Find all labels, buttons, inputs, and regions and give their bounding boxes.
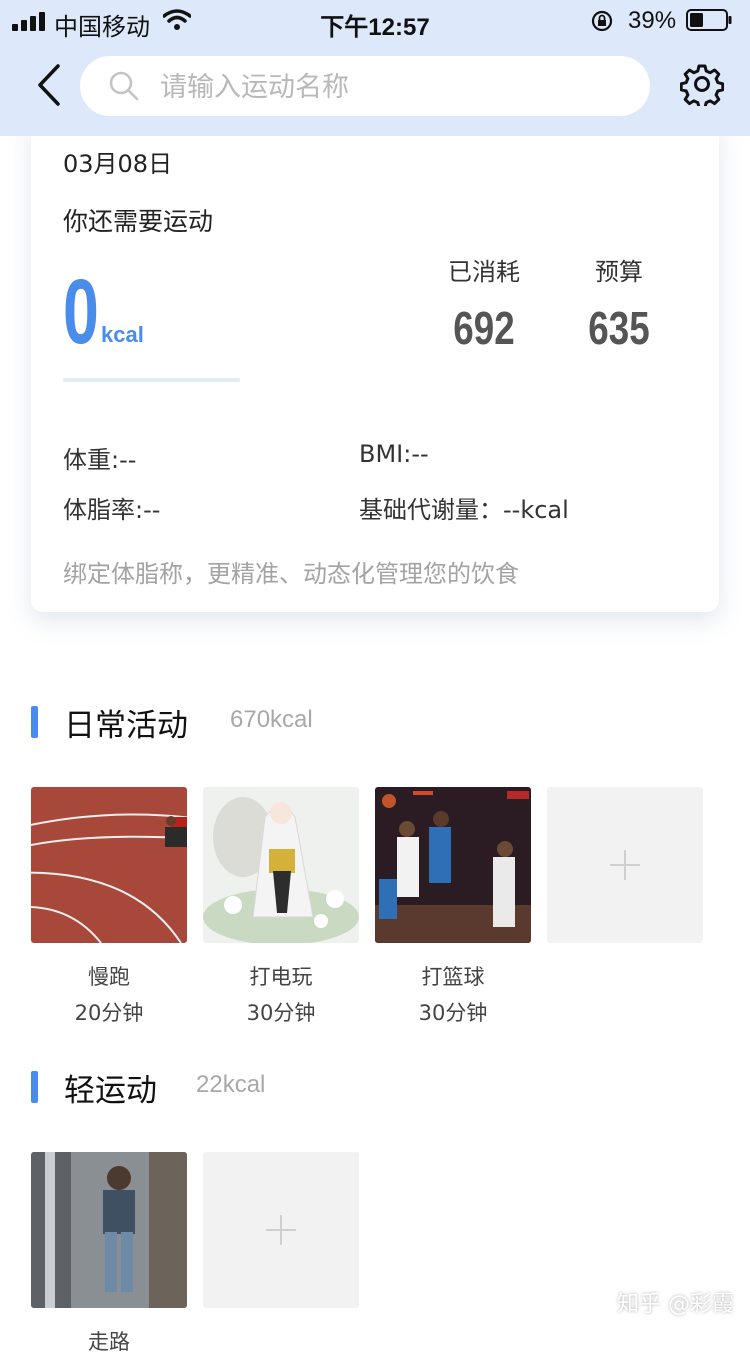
activity-name: 走路 (88, 1330, 130, 1354)
need-exercise-label: 你还需要运动 (63, 207, 214, 236)
status-bar: 中国移动 下午12:57 39% (0, 0, 750, 42)
search-bar[interactable] (80, 56, 650, 116)
bind-scale-hint[interactable]: 绑定体脂称，更精准、动态化管理您的饮食 (63, 554, 519, 589)
body-fat-metric: 体脂率:-- (63, 496, 161, 524)
add-activity-button[interactable] (547, 787, 703, 943)
gear-icon[interactable] (680, 62, 724, 106)
section-title: 日常活动 (64, 708, 188, 744)
rotation-lock-icon (591, 10, 613, 32)
back-arrow-icon[interactable] (30, 62, 66, 108)
battery-percent: 39% (628, 7, 677, 34)
watermark: 知乎 @彩霞 (617, 1292, 734, 1317)
budget-stat: 预算 635 (559, 252, 679, 355)
activity-name: 打电玩 (249, 965, 313, 989)
budget-label: 预算 (595, 258, 643, 286)
search-icon (109, 71, 139, 101)
weight-metric: 体重:-- (63, 446, 137, 474)
section-kcal: 670kcal (230, 706, 313, 733)
activity-name: 慢跑 (88, 965, 130, 989)
budget-value: 635 (588, 302, 650, 354)
plus-icon (203, 1152, 359, 1308)
activity-tile-gaming[interactable]: 打电玩 30分钟 (203, 787, 359, 1027)
consumed-stat: 已消耗 692 (424, 252, 544, 355)
section-title: 轻运动 (64, 1073, 157, 1109)
date-label: 03月08日 (63, 150, 173, 178)
section-accent-bar (31, 706, 38, 738)
bmi-metric: BMI:-- (359, 440, 429, 468)
basketball-game-photo (375, 787, 531, 943)
add-light-exercise-button[interactable] (203, 1152, 359, 1308)
progress-bar (63, 378, 240, 382)
nav-bar (0, 52, 750, 122)
section-kcal: 22kcal (196, 1071, 266, 1098)
consumed-label: 已消耗 (448, 258, 520, 286)
running-track-photo (31, 787, 187, 943)
remaining-value: 0 (63, 261, 99, 363)
activity-duration: 30分钟 (418, 1001, 488, 1025)
person-walking-photo (31, 1152, 187, 1308)
search-input[interactable] (158, 66, 632, 108)
plus-icon (547, 787, 703, 943)
consumed-value: 692 (453, 302, 515, 354)
remaining-unit: kcal (101, 322, 144, 347)
summary-card: 03月08日 你还需要运动 0 kcal 已消耗 692 预算 635 体重:-… (31, 120, 719, 612)
anime-character-illustration (203, 787, 359, 943)
activity-duration: 20分钟 (74, 1001, 144, 1025)
battery-icon (686, 9, 732, 31)
bmr-metric: 基础代谢量：--kcal (359, 496, 569, 524)
section-accent-bar (31, 1071, 38, 1103)
activity-tile-jogging[interactable]: 慢跑 20分钟 (31, 787, 187, 1027)
activity-tile-basketball[interactable]: 打篮球 30分钟 (375, 787, 531, 1027)
activity-duration: 30分钟 (246, 1001, 316, 1025)
activity-name: 打篮球 (421, 965, 485, 989)
top-header: 中国移动 下午12:57 39% (0, 0, 750, 136)
activity-tile-walking[interactable]: 走路 (31, 1152, 187, 1362)
